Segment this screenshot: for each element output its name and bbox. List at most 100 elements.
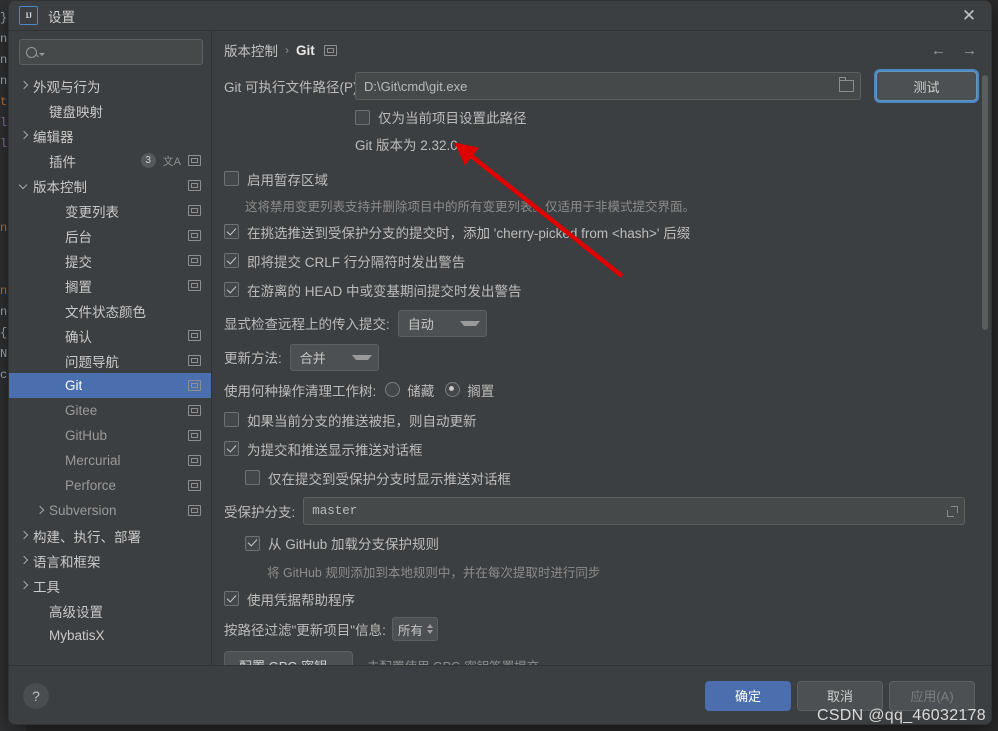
forward-arrow-icon[interactable]: → [962,43,977,58]
staging-row[interactable]: 启用暂存区域 [224,164,977,193]
copy-settings-path-icon[interactable] [188,155,201,166]
push-dialog-row[interactable]: 为提交和推送显示推送对话框 [224,434,977,463]
push-dialog-protected-row[interactable]: 仅在提交到受保护分支时显示推送对话框 [245,463,977,492]
auto-update-checkbox[interactable] [224,412,239,427]
close-icon[interactable]: ✕ [951,3,987,29]
cherry-pick-label: 在挑选推送到受保护分支的提交时，添加 'cherry-picked from <… [247,225,691,241]
copy-settings-path-icon[interactable] [188,505,201,516]
sidebar-item-编辑器[interactable]: 编辑器 [9,123,211,148]
github-rules-checkbox[interactable] [245,535,260,551]
cherry-pick-row[interactable]: 在挑选推送到受保护分支的提交时，添加 'cherry-picked from <… [224,217,977,246]
project-only-path-checkbox[interactable] [355,109,370,125]
settings-tree[interactable]: 外观与行为 键盘映射 编辑器 插件 3 文A 版本控制 变更列表 后台 提交 搁置 文件状态颜色 确认问… [9,71,211,665]
sidebar-item-后台[interactable]: 后台 [9,223,211,248]
sidebar-item-语言和框架[interactable]: 语言和框架 [9,548,211,573]
crlf-warn-row[interactable]: 即将提交 CRLF 行分隔符时发出警告 [224,246,977,275]
update-method-select[interactable]: 合并 [289,343,379,371]
chevron-right-icon[interactable] [19,80,30,91]
configure-gpg-key-button[interactable]: 配置 GPG 密钥... [224,650,353,665]
sidebar-item-Mercurial[interactable]: Mercurial [9,448,211,473]
sidebar-item-版本控制[interactable]: 版本控制 [9,173,211,198]
copy-settings-path-icon[interactable] [188,455,201,466]
help-button[interactable]: ? [23,682,49,709]
sidebar-item-搁置[interactable]: 搁置 [9,273,211,298]
auto-update-row[interactable]: 如果当前分支的推送被拒，则自动更新 [224,405,977,434]
sidebar-item-变更列表[interactable]: 变更列表 [9,198,211,223]
filter-update-spinner[interactable]: 所有 [391,617,438,641]
copy-settings-path-icon[interactable] [188,355,201,366]
chevron-right-icon[interactable] [19,555,30,566]
sidebar-item-Perforce[interactable]: Perforce [9,473,211,498]
clean-worktree-stash-radio[interactable] [385,382,401,397]
main-scrollbar-thumb[interactable] [982,75,988,330]
copy-settings-path-icon[interactable] [188,280,201,291]
github-rules-hint-row: 将 GitHub 规则添加到本地规则中，并在每次提取时进行同步 [267,558,977,584]
staging-checkbox[interactable] [224,171,239,186]
copy-settings-path-icon[interactable] [188,405,201,416]
update-method-value: 合并 [299,350,326,366]
sidebar-item-Gitee[interactable]: Gitee [9,398,211,423]
cherry-pick-checkbox[interactable] [224,224,239,239]
chevron-down-icon[interactable] [19,180,30,191]
crlf-warn-checkbox[interactable] [224,253,239,268]
sidebar-item-工具[interactable]: 工具 [9,573,211,598]
back-arrow-icon[interactable]: ← [931,43,946,58]
sidebar-item-提交[interactable]: 提交 [9,248,211,273]
project-only-path-row[interactable]: 仅为当前项目设置此路径 [355,103,977,131]
credential-helper-row[interactable]: 使用凭据帮助程序 [224,584,977,613]
detached-head-checkbox[interactable] [224,282,239,297]
sidebar-item-高级设置[interactable]: 高级设置 [9,598,211,623]
credential-helper-checkbox[interactable] [224,591,239,606]
search-box[interactable] [19,39,203,65]
sidebar-item-Git[interactable]: Git [9,373,211,398]
incoming-commits-select[interactable]: 自动 [397,309,487,337]
apply-button[interactable]: 应用(A) [889,680,975,711]
settings-sidebar: 外观与行为 键盘映射 编辑器 插件 3 文A 版本控制 变更列表 后台 提交 搁置 文件状态颜色 确认问… [9,31,212,665]
breadcrumb-parent[interactable]: 版本控制 [224,40,278,60]
push-dialog-protected-checkbox[interactable] [245,470,260,485]
clean-worktree-shelve-radio[interactable] [445,382,461,397]
chevron-right-icon[interactable] [35,505,46,516]
chevron-right-icon[interactable] [19,130,30,141]
protected-branch-label: 受保护分支: [224,505,296,520]
sidebar-item-插件[interactable]: 插件 3 文A [9,148,211,173]
copy-settings-path-icon[interactable] [188,180,201,191]
search-input[interactable] [49,44,196,60]
chevron-right-icon[interactable] [19,580,30,591]
copy-settings-path-icon[interactable] [188,380,201,391]
ok-button[interactable]: 确定 [705,680,791,711]
detached-head-row[interactable]: 在游离的 HEAD 中或变基期间提交时发出警告 [224,275,977,304]
sidebar-item-构建、执行、部署[interactable]: 构建、执行、部署 [9,523,211,548]
spinner-arrows-icon[interactable] [426,624,433,634]
sidebar-item-外观与行为[interactable]: 外观与行为 [9,73,211,98]
sidebar-item-确认[interactable]: 确认 [9,323,211,348]
browse-folder-icon[interactable] [838,77,855,92]
main-scrollbar[interactable] [981,75,989,665]
copy-settings-path-icon[interactable] [188,430,201,441]
sidebar-item-问题导航[interactable]: 问题导航 [9,348,211,373]
push-dialog-checkbox[interactable] [224,441,239,456]
sidebar-item-label: 语言和框架 [33,554,101,570]
cancel-button[interactable]: 取消 [797,680,883,711]
sidebar-item-键盘映射[interactable]: 键盘映射 [9,98,211,123]
sidebar-item-文件状态颜色[interactable]: 文件状态颜色 [9,298,211,323]
git-path-field[interactable]: D:\Git\cmd\git.exe [355,72,861,100]
translate-icon[interactable]: 文A [163,153,181,169]
copy-settings-path-icon[interactable] [188,480,201,491]
copy-settings-path-icon[interactable] [323,44,337,56]
sidebar-item-GitHub[interactable]: GitHub [9,423,211,448]
copy-settings-path-icon[interactable] [188,230,201,241]
copy-settings-path-icon[interactable] [188,255,201,266]
copy-settings-path-icon[interactable] [188,330,201,341]
chevron-right-icon[interactable] [19,530,30,541]
github-rules-row[interactable]: 从 GitHub 加载分支保护规则 [245,528,977,558]
test-button[interactable]: 测试 [875,71,977,101]
sidebar-item-MybatisX[interactable]: MybatisX [9,623,211,648]
protected-branch-field[interactable]: master [303,497,965,525]
copy-settings-path-icon[interactable] [188,205,201,216]
settings-dialog: IJ 设置 ✕ 外观与行为 键盘映射 编辑器 插件 3 文A 版本控制 变更列表 后台 提交 搁置文… [8,0,992,725]
sidebar-item-Subversion[interactable]: Subversion [9,498,211,523]
expand-editor-icon[interactable] [947,505,958,517]
